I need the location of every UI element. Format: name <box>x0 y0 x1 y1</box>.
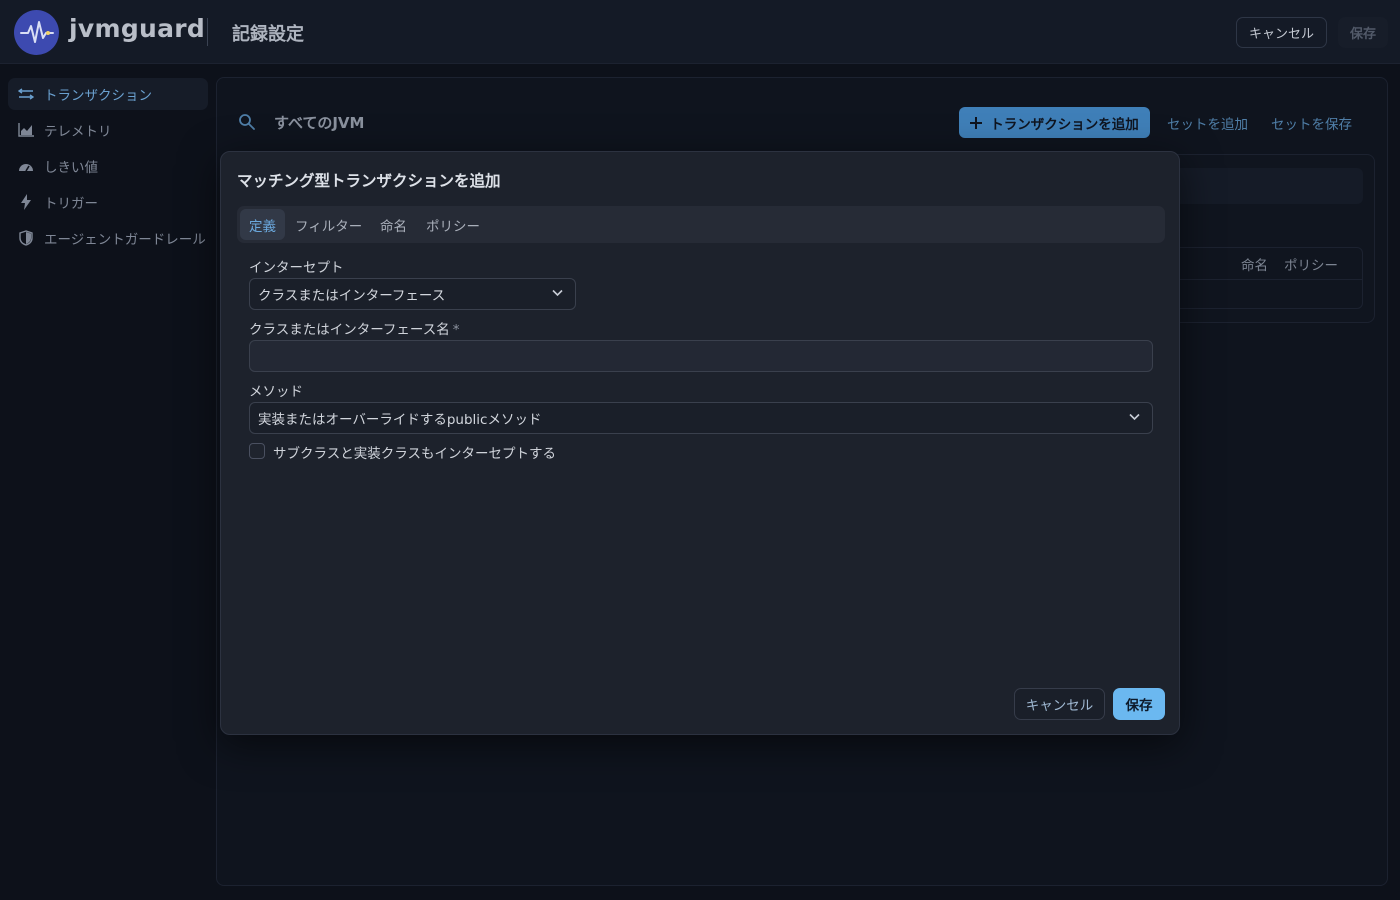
table-divider <box>1168 279 1363 280</box>
intercept-label: インターセプト <box>249 260 344 276</box>
tab-filter[interactable]: フィルター <box>286 209 371 240</box>
add-transaction-dialog: マッチング型トランザクションを追加 定義 フィルター 命名 ポリシー インターセ… <box>220 151 1180 735</box>
sidebar-item-label: しきい値 <box>44 160 98 176</box>
plus-icon <box>970 116 983 129</box>
transactions-icon <box>18 86 34 102</box>
sidebar: トランザクション テレメトリ しきい値 トリガー エージェントガードレール <box>0 64 216 900</box>
column-header-naming: 命名 <box>1241 258 1268 274</box>
chevron-down-icon <box>1129 413 1140 421</box>
header-cancel-button[interactable]: キャンセル <box>1236 17 1327 48</box>
subclass-checkbox-label[interactable]: サブクラスと実装クラスもインターセプトする <box>273 442 556 462</box>
top-bar: jvmguard 記録設定 キャンセル 保存 <box>0 0 1400 64</box>
add-transaction-button[interactable]: トランザクションを追加 <box>959 107 1150 138</box>
add-transaction-label: トランザクションを追加 <box>990 116 1139 133</box>
brand-name: jvmguard <box>69 14 206 43</box>
chart-icon <box>18 122 34 138</box>
column-header-policy: ポリシー <box>1284 258 1338 274</box>
sidebar-item-label: トリガー <box>44 196 98 212</box>
dialog-tabs: 定義 フィルター 命名 ポリシー <box>237 206 1165 243</box>
jvm-scope-selector[interactable]: すべてのJVM <box>274 112 364 133</box>
tab-definition[interactable]: 定義 <box>240 209 285 240</box>
sidebar-item-thresholds[interactable]: しきい値 <box>8 150 208 182</box>
subclass-checkbox[interactable] <box>249 443 265 459</box>
bolt-icon <box>18 194 34 210</box>
intercept-value: クラスまたはインターフェース <box>258 288 446 304</box>
transactions-filter <box>1168 168 1363 204</box>
class-name-label-text: クラスまたはインターフェース名 <box>249 322 450 338</box>
sidebar-item-triggers[interactable]: トリガー <box>8 186 208 218</box>
search-icon <box>238 113 256 135</box>
tab-naming[interactable]: 命名 <box>371 209 416 240</box>
dialog-title: マッチング型トランザクションを追加 <box>237 172 501 190</box>
pulse-icon <box>19 20 54 43</box>
method-value: 実装またはオーバーライドするpublicメソッド <box>258 412 542 428</box>
sidebar-item-label: テレメトリ <box>44 124 112 140</box>
dialog-save-button[interactable]: 保存 <box>1113 688 1165 720</box>
class-name-label: クラスまたはインターフェース名 * <box>249 318 460 338</box>
logo <box>14 10 59 55</box>
tab-policy[interactable]: ポリシー <box>417 209 489 240</box>
intercept-select[interactable]: クラスまたはインターフェース <box>249 278 576 310</box>
method-label: メソッド <box>249 384 303 400</box>
sidebar-item-label: エージェントガードレール <box>44 232 206 248</box>
save-set-button[interactable]: セットを保存 <box>1271 113 1352 133</box>
required-mark: * <box>452 322 460 338</box>
add-set-button[interactable]: セットを追加 <box>1167 113 1248 133</box>
dialog-cancel-button[interactable]: キャンセル <box>1014 688 1105 720</box>
header-save-button[interactable]: 保存 <box>1338 17 1388 48</box>
sidebar-item-telemetry[interactable]: テレメトリ <box>8 114 208 146</box>
header-divider <box>207 18 208 46</box>
shield-icon <box>18 230 34 246</box>
sidebar-item-transactions[interactable]: トランザクション <box>8 78 208 110</box>
method-select[interactable]: 実装またはオーバーライドするpublicメソッド <box>249 402 1153 434</box>
class-name-input[interactable] <box>249 340 1153 372</box>
chevron-down-icon <box>552 289 563 297</box>
sidebar-item-guardrails[interactable]: エージェントガードレール <box>8 222 208 254</box>
gauge-icon <box>18 158 34 174</box>
page-title: 記録設定 <box>232 24 304 45</box>
sidebar-item-label: トランザクション <box>44 88 152 104</box>
